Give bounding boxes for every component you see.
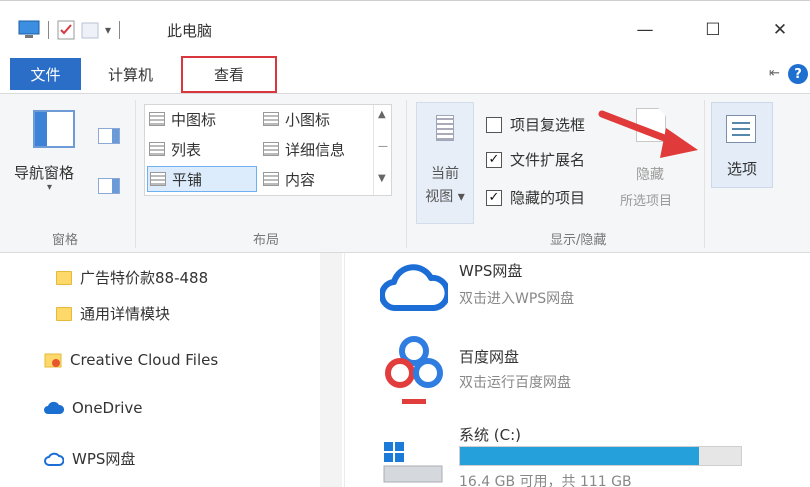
tab-view[interactable]: 查看: [181, 56, 277, 93]
panes-group-label: 窗格: [52, 233, 79, 248]
nav-pane-dropdown-icon[interactable]: ▾: [47, 182, 52, 193]
checkbox[interactable]: [486, 116, 502, 133]
onedrive-cloud-icon: [44, 401, 64, 414]
layout-content[interactable]: 内容: [263, 166, 315, 192]
drive-title[interactable]: WPS网盘: [459, 260, 522, 281]
details-icon: [263, 142, 279, 156]
checkbox-checked[interactable]: ✓: [486, 189, 502, 206]
folder-icon: [56, 306, 72, 321]
wps-drive-icon[interactable]: [380, 258, 448, 314]
layout-small-icons[interactable]: 小图标: [263, 106, 330, 132]
checkbox-label: 项目复选框: [510, 116, 586, 134]
hide-button[interactable]: 隐藏: [636, 164, 664, 184]
layout-item-label: 详细信息: [285, 140, 346, 159]
help-icon[interactable]: ?: [788, 64, 808, 84]
current-view-label-2: 视图 ▾: [425, 189, 465, 205]
computer-icon[interactable]: [18, 20, 40, 40]
gallery-expand-icon[interactable]: ▼: [378, 173, 386, 184]
drive-subtitle: 双击进入WPS网盘: [459, 291, 575, 307]
options-button[interactable]: 选项: [711, 102, 773, 188]
drive-usage-bar: [459, 446, 742, 466]
tab-view-label: 查看: [213, 66, 244, 84]
checkbox-label: 隐藏的项目: [510, 189, 586, 207]
separator: [119, 21, 121, 39]
folder-icon: [56, 270, 72, 285]
nav-item-folder[interactable]: 广告特价款88-488: [56, 267, 208, 288]
layout-item-label: 中图标: [171, 110, 217, 129]
navigation-pane-scrollbar[interactable]: [320, 253, 342, 487]
layout-item-label: 列表: [171, 140, 202, 159]
new-folder-icon[interactable]: [81, 20, 99, 40]
options-label: 选项: [726, 160, 757, 178]
close-button[interactable]: ✕: [760, 15, 800, 45]
baidu-drive-icon[interactable]: [384, 333, 444, 409]
nav-item-folder[interactable]: 通用详情模块: [56, 303, 170, 324]
creative-cloud-folder-icon: [44, 353, 62, 368]
quick-access-toolbar: ▾: [18, 20, 122, 40]
nav-item-label: 通用详情模块: [80, 305, 171, 323]
nav-item-label: 广告特价款88-488: [80, 269, 209, 287]
divider: [406, 100, 407, 248]
minimize-button[interactable]: —: [625, 15, 665, 45]
wps-cloud-icon: [44, 452, 64, 466]
title-bar: ▾ 此电脑 — ☐ ✕: [0, 0, 810, 56]
windows-drive-icon[interactable]: [382, 438, 444, 487]
current-view-icon: [436, 115, 454, 141]
separator: [48, 21, 49, 39]
maximize-button[interactable]: ☐: [693, 15, 733, 45]
layout-tiles[interactable]: 平铺: [147, 166, 257, 192]
item-checkboxes-toggle[interactable]: 项目复选框: [486, 114, 585, 135]
window-title: 此电脑: [167, 22, 213, 40]
drive-title[interactable]: 百度网盘: [459, 346, 519, 367]
customize-qa-dropdown-icon[interactable]: ▾: [105, 23, 111, 37]
ribbon-tabs: 文件 计算机 查看 ⇤ ?: [0, 56, 810, 93]
hide-selected-sublabel: 所选项目: [620, 194, 673, 209]
nav-item-onedrive[interactable]: OneDrive: [44, 399, 143, 417]
nav-item-wps[interactable]: WPS网盘: [44, 448, 135, 469]
details-pane-icon[interactable]: [98, 178, 120, 194]
layout-list[interactable]: 列表: [149, 136, 201, 162]
content-icon: [263, 172, 279, 186]
arrow-annotation-icon: [598, 110, 698, 158]
file-extensions-toggle[interactable]: ✓ 文件扩展名: [486, 149, 585, 170]
drive-subtitle: 双击运行百度网盘: [459, 375, 571, 391]
divider: [135, 100, 136, 248]
layout-item-label: 内容: [285, 170, 316, 189]
navigation-pane-icon[interactable]: [33, 110, 75, 148]
layout-details[interactable]: 详细信息: [263, 136, 345, 162]
drive-title[interactable]: 系统 (C:): [459, 424, 521, 445]
nav-item-label: Creative Cloud Files: [70, 351, 219, 369]
navigation-pane-button[interactable]: 导航窗格: [14, 162, 74, 183]
medium-icons-icon: [149, 112, 165, 126]
layout-item-label: 平铺: [172, 170, 203, 189]
nav-item-label: WPS网盘: [72, 450, 136, 468]
hidden-items-toggle[interactable]: ✓ 隐藏的项目: [486, 187, 585, 208]
drive-usage-fill: [460, 447, 699, 465]
checkbox-label: 文件扩展名: [510, 151, 586, 169]
nav-item-label: OneDrive: [72, 399, 143, 417]
layout-gallery-scrollbar[interactable]: ▲ — ▼: [373, 105, 391, 195]
ribbon-view: 导航窗格 ▾ 窗格 中图标 小图标 列表 详细信息 平铺 内容 ▲ — ▼ 布局…: [0, 93, 810, 253]
nav-item-creative-cloud[interactable]: Creative Cloud Files: [44, 351, 218, 369]
current-view-button[interactable]: 当前 视图 ▾: [416, 102, 474, 224]
options-icon: [726, 115, 756, 143]
checkbox-checked[interactable]: ✓: [486, 151, 502, 168]
preview-pane-icon[interactable]: [98, 128, 120, 144]
properties-icon[interactable]: [57, 20, 75, 40]
show-hide-group-label: 显示/隐藏: [550, 233, 607, 248]
drive-subtitle: 16.4 GB 可用，共 111 GB: [459, 474, 632, 487]
layout-medium-icons[interactable]: 中图标: [149, 106, 216, 132]
tab-file[interactable]: 文件: [10, 58, 81, 90]
tiles-icon: [150, 172, 166, 186]
tab-computer[interactable]: 计算机: [108, 58, 153, 90]
current-view-label-1: 当前: [431, 166, 459, 182]
layout-group-label: 布局: [253, 233, 280, 248]
layout-item-label: 小图标: [285, 110, 331, 129]
scroll-up-icon[interactable]: ▲: [378, 109, 386, 120]
layout-gallery: 中图标 小图标 列表 详细信息 平铺 内容 ▲ — ▼: [144, 104, 392, 196]
list-icon: [149, 142, 165, 156]
scroll-down-icon[interactable]: —: [378, 141, 388, 152]
small-icons-icon: [263, 112, 279, 126]
pin-icon[interactable]: ⇤: [769, 66, 780, 81]
